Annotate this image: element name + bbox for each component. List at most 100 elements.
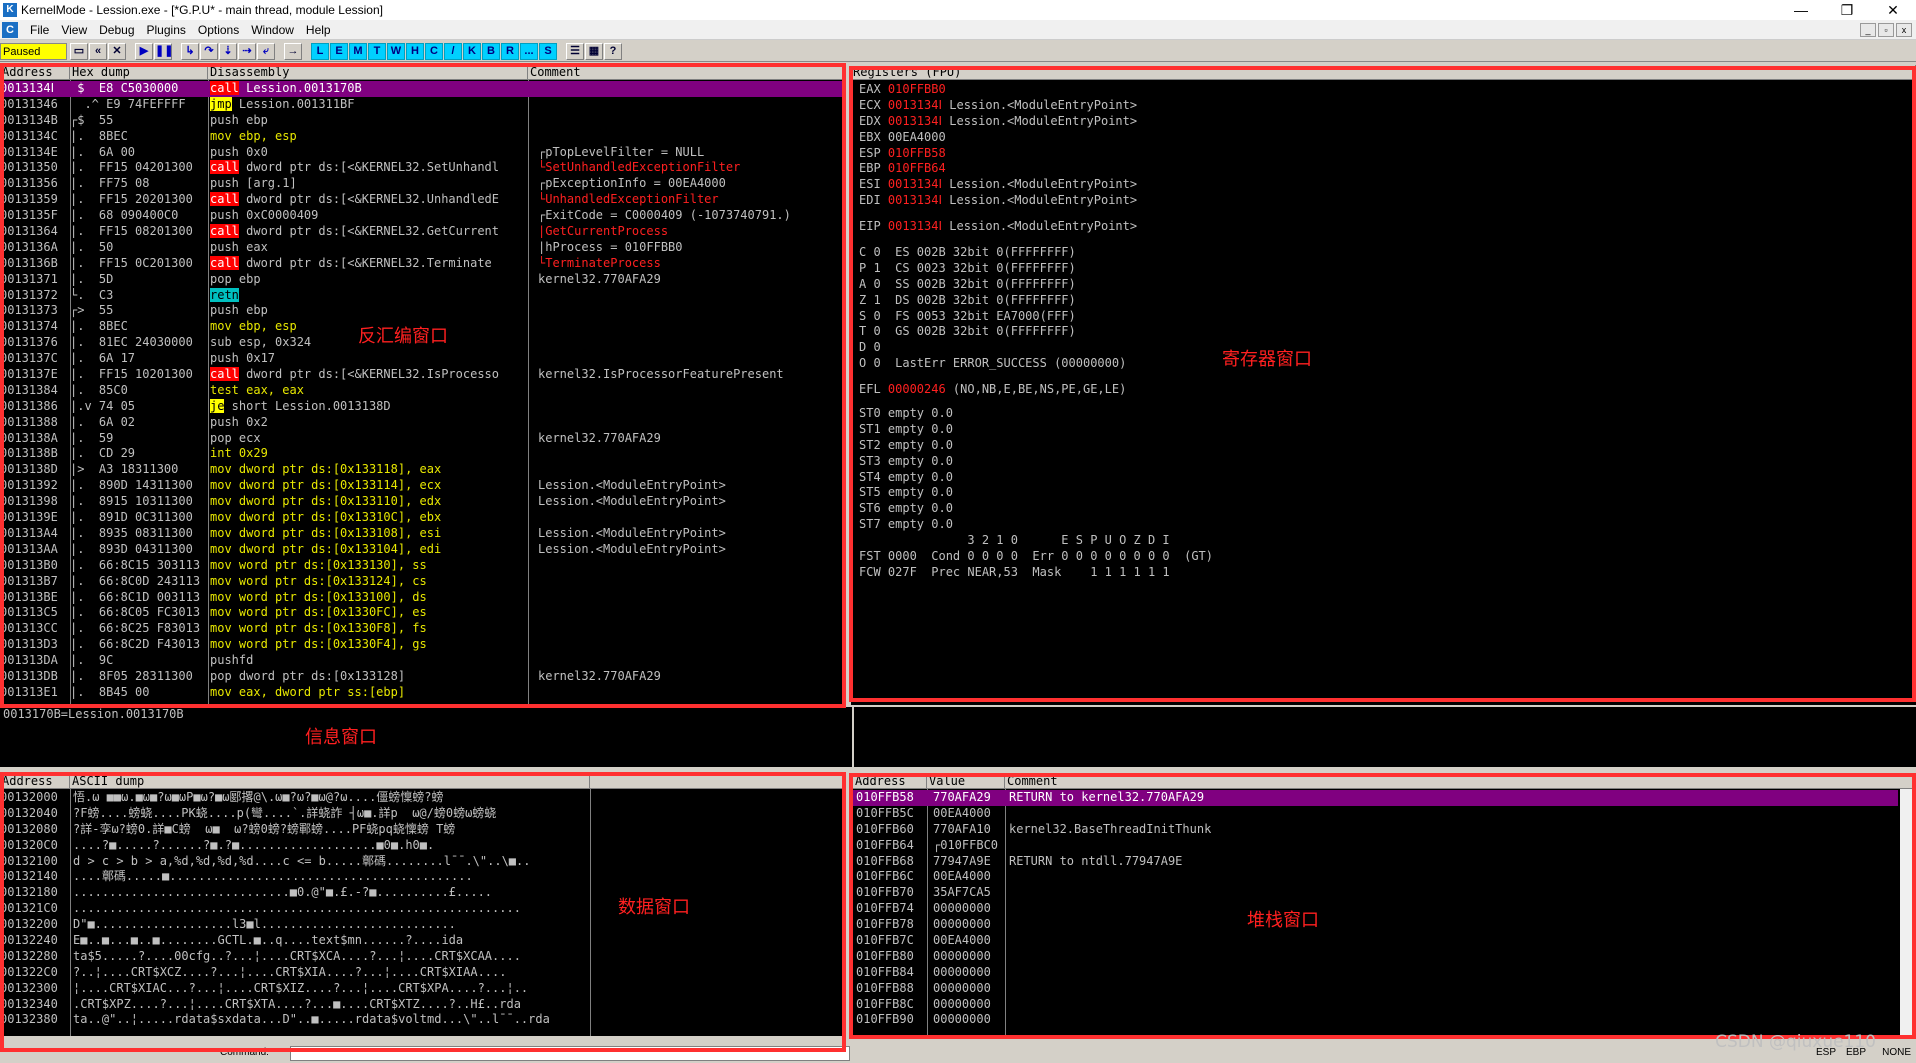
disasm-row[interactable]: 0013134B ┌$ 55 push ebp bbox=[0, 113, 843, 129]
menu-plugins[interactable]: Plugins bbox=[141, 23, 192, 37]
register-line[interactable]: ECX 0013134Ⅰ Lession.<ModuleEntryPoint> bbox=[859, 98, 1916, 114]
menu-file[interactable]: File bbox=[24, 23, 55, 37]
disasm-row[interactable]: 0013136A |. 50 push eax |hProcess = 010FFBB… bbox=[0, 240, 843, 256]
disasm-row[interactable]: 001313DA |. 9C pushfd bbox=[0, 653, 843, 669]
stack-col-address[interactable]: Address bbox=[853, 774, 927, 788]
dump-row[interactable]: 001320C0 ....?■.....?......?■.?■.........… bbox=[0, 838, 843, 854]
breakpoints-button[interactable]: B bbox=[482, 42, 500, 60]
registers-title[interactable]: Registers (FPU) bbox=[851, 65, 1916, 79]
disasm-row[interactable]: 00131398 |. 8915 10311300 mov dword ptr ds… bbox=[0, 494, 843, 510]
source-button[interactable]: S bbox=[539, 42, 557, 60]
pause-icon[interactable]: ❚❚ bbox=[154, 42, 173, 60]
stack-pane[interactable]: Address Value Comment 010FFB58 770AFA29 RE… bbox=[853, 774, 1916, 1036]
patches-window-button[interactable]: / bbox=[444, 42, 462, 60]
help-icon[interactable]: ? bbox=[604, 42, 622, 60]
stack-col-value[interactable]: Value bbox=[927, 774, 1005, 788]
stack-row[interactable]: 010FFB90 00000000 bbox=[853, 1012, 1898, 1028]
disasm-row[interactable]: 001313CC |. 66:8C25 F83013 mov word ptr ds… bbox=[0, 621, 843, 637]
disasm-row[interactable]: 001313AA |. 893D 04311300 mov dword ptr ds… bbox=[0, 542, 843, 558]
disasm-row[interactable]: 0013134Ⅰ $ E8 C5030000 call Lession.00131… bbox=[0, 81, 843, 97]
stack-row[interactable]: 010FFB64 ┌010FFBC0 bbox=[853, 838, 1898, 854]
stack-row[interactable]: 010FFB78 00000000 bbox=[853, 917, 1898, 933]
disasm-row[interactable]: 001313D3 |. 66:8C2D F43013 mov word ptr ds… bbox=[0, 637, 843, 653]
disasm-row[interactable]: 001313B0 |. 66:8C15 303113 mov word ptr ds… bbox=[0, 558, 843, 574]
disasm-row[interactable]: 00131388 |. 6A 02 push 0x2 bbox=[0, 415, 843, 431]
dump-row[interactable]: 00132040 ?F螃....螃蛲....PK蛲....p(彎....`.詳蛲詐… bbox=[0, 806, 843, 822]
dump-row[interactable]: 001321C0................................… bbox=[0, 901, 843, 917]
memory-window-button[interactable]: M bbox=[349, 42, 367, 60]
info-pane[interactable]: 0013170B=Lession.0013170B bbox=[0, 707, 852, 767]
stack-row[interactable]: 010FFB80 00000000 bbox=[853, 949, 1898, 965]
stack-row[interactable]: 010FFB6C 00EA4000 bbox=[853, 869, 1898, 885]
dump-row[interactable]: 00132340 .CRT$XPZ....?...¦....CRT$XTA....… bbox=[0, 997, 843, 1013]
disasm-row[interactable]: 00131384 |. 85C0 test eax, eax bbox=[0, 383, 843, 399]
dump-row[interactable]: 00132100 d > c > b > a,%d,%d,%d,%d....c <… bbox=[0, 854, 843, 870]
stack-row[interactable]: 010FFB68 77947A9E RETURN to ntdll.77947A9E bbox=[853, 854, 1898, 870]
menu-window[interactable]: Window bbox=[245, 23, 300, 37]
menu-help[interactable]: Help bbox=[300, 23, 337, 37]
threads-window-button[interactable]: T bbox=[368, 42, 386, 60]
register-line[interactable]: EDI 0013134Ⅰ Lession.<ModuleEntryPoint> bbox=[859, 193, 1916, 209]
disasm-row[interactable]: 0013134C |. 8BEC mov ebp, esp bbox=[0, 129, 843, 145]
close-button[interactable]: ✕ bbox=[1870, 2, 1916, 19]
disasm-row[interactable]: 001313B7 |. 66:8C0D 243113 mov word ptr ds… bbox=[0, 574, 843, 590]
handles-window-button[interactable]: H bbox=[406, 42, 424, 60]
dump-pane[interactable]: Address ASCII dump 00132000 悟.ω ■■ω.■ω■?ω… bbox=[0, 774, 843, 1036]
mdi-restore-icon[interactable]: ▫ bbox=[1878, 22, 1894, 37]
disasm-row[interactable]: 00131386 |.v 74 05 je short Lession.001313… bbox=[0, 398, 843, 415]
cpu-window-icon[interactable]: C bbox=[2, 21, 18, 38]
disasm-row[interactable]: 001313C5 |. 66:8C05 FC3013 mov word ptr ds… bbox=[0, 605, 843, 621]
register-line[interactable]: EDX 0013134Ⅰ Lession.<ModuleEntryPoint> bbox=[859, 114, 1916, 130]
dump-row[interactable]: 001322C0 ?..¦....CRT$XCZ....?...¦....CRT$… bbox=[0, 965, 843, 981]
command-input[interactable] bbox=[290, 1046, 850, 1061]
dump-row[interactable]: 00132140 ....鄣碼.....■....................… bbox=[0, 869, 843, 885]
disasm-row[interactable]: 00131373 ┌> 55 push ebp bbox=[0, 303, 843, 319]
dump-row[interactable]: 00132280 ta$5.....?....00cfg..?...¦....CR… bbox=[0, 949, 843, 965]
stack-scrollbar[interactable] bbox=[1900, 789, 1916, 1036]
col-hexdump[interactable]: Hex dump bbox=[70, 65, 208, 79]
disasm-row[interactable]: 00131356 |. FF75 08 push [arg.1] ┌pExceptio… bbox=[0, 176, 843, 192]
menu-debug[interactable]: Debug bbox=[93, 23, 140, 37]
trace-into-icon[interactable]: ⇣ bbox=[219, 42, 237, 60]
stack-row[interactable]: 010FFB70 35AF7CA5 bbox=[853, 885, 1898, 901]
col-comment[interactable]: Comment bbox=[528, 65, 843, 79]
dump-row[interactable]: 00132240 E■..■...■..■........GCTL.■..q...… bbox=[0, 933, 843, 949]
disasm-row[interactable]: 00131372 └. C3 retn bbox=[0, 287, 843, 304]
call-stack-button[interactable]: K bbox=[463, 42, 481, 60]
col-disassembly[interactable]: Disassembly bbox=[208, 65, 528, 79]
disasm-row[interactable]: 001313E1 |. 8B45 00 mov eax, dword ptr ss:… bbox=[0, 685, 843, 701]
execute-till-return-icon[interactable]: ⤶ bbox=[257, 42, 275, 60]
stack-row[interactable]: 010FFB88 00000000 bbox=[853, 981, 1898, 997]
dump-row[interactable]: 00132180 ..............................■0… bbox=[0, 885, 843, 901]
disasm-row[interactable]: 0013138A |. 59 pop ecx kernel32.770AFA29 bbox=[0, 431, 843, 447]
disasm-row[interactable]: 0013138D |> A3 18311300 mov dword ptr ds:[… bbox=[0, 462, 843, 478]
stack-row[interactable]: 010FFB74 00000000 bbox=[853, 901, 1898, 917]
step-into-icon[interactable]: ↳ bbox=[181, 42, 199, 60]
windows-window-button[interactable]: W bbox=[387, 42, 405, 60]
stack-row[interactable]: 010FFB5C 00EA4000 bbox=[853, 806, 1898, 822]
disasm-row[interactable]: 0013137C |. 6A 17 push 0x17 bbox=[0, 351, 843, 367]
disasm-row[interactable]: 00131350 |. FF15 04201300 call dword ptr d… bbox=[0, 160, 843, 176]
goto-icon[interactable]: → bbox=[284, 42, 302, 60]
register-line[interactable]: ESI 0013134Ⅰ Lession.<ModuleEntryPoint> bbox=[859, 177, 1916, 193]
dump-row[interactable]: 00132080 ?詳-孪ω?螃0.詳■C螃 ω■ ω?螃0螃?螃鄆螃....PF… bbox=[0, 822, 843, 838]
disasm-row[interactable]: 00131359 |. FF15 20201300 call dword ptr d… bbox=[0, 192, 843, 208]
grid-icon[interactable]: ▦ bbox=[585, 42, 603, 60]
mdi-minimize-icon[interactable]: _ bbox=[1860, 22, 1876, 37]
register-line[interactable]: EAX 010FFBB0 bbox=[859, 82, 1916, 98]
dump-row[interactable]: 00132300 ¦....CRT$XIAC...?...¦....CRT$XIZ… bbox=[0, 981, 843, 997]
mdi-close-icon[interactable]: x bbox=[1896, 22, 1912, 37]
disasm-row[interactable]: 00131346 .^ E9 74FEFFFF jmp Lession.00131… bbox=[0, 96, 843, 113]
disassembly-pane[interactable]: Address Hex dump Disassembly Comment 001… bbox=[0, 65, 843, 705]
col-address[interactable]: Address bbox=[0, 65, 70, 79]
trace-over-icon[interactable]: ⇢ bbox=[238, 42, 256, 60]
stack-row[interactable]: 010FFB7C 00EA4000 bbox=[853, 933, 1898, 949]
log-window-button[interactable]: L bbox=[311, 42, 329, 60]
disasm-row[interactable]: 0013137E |. FF15 10201300 call dword ptr d… bbox=[0, 367, 843, 383]
disasm-row[interactable]: 00131392 |. 890D 14311300 mov dword ptr ds… bbox=[0, 478, 843, 494]
disasm-row[interactable]: 00131364 |. FF15 08201300 call dword ptr d… bbox=[0, 224, 843, 240]
disasm-row[interactable]: 0013138B |. CD 29 int 0x29 bbox=[0, 446, 843, 462]
register-line[interactable]: EIP 0013134Ⅰ Lession.<ModuleEntryPoint> bbox=[859, 219, 1916, 235]
register-line[interactable]: EBX 00EA4000 bbox=[859, 130, 1916, 146]
run-icon[interactable]: ▶ bbox=[135, 42, 153, 60]
